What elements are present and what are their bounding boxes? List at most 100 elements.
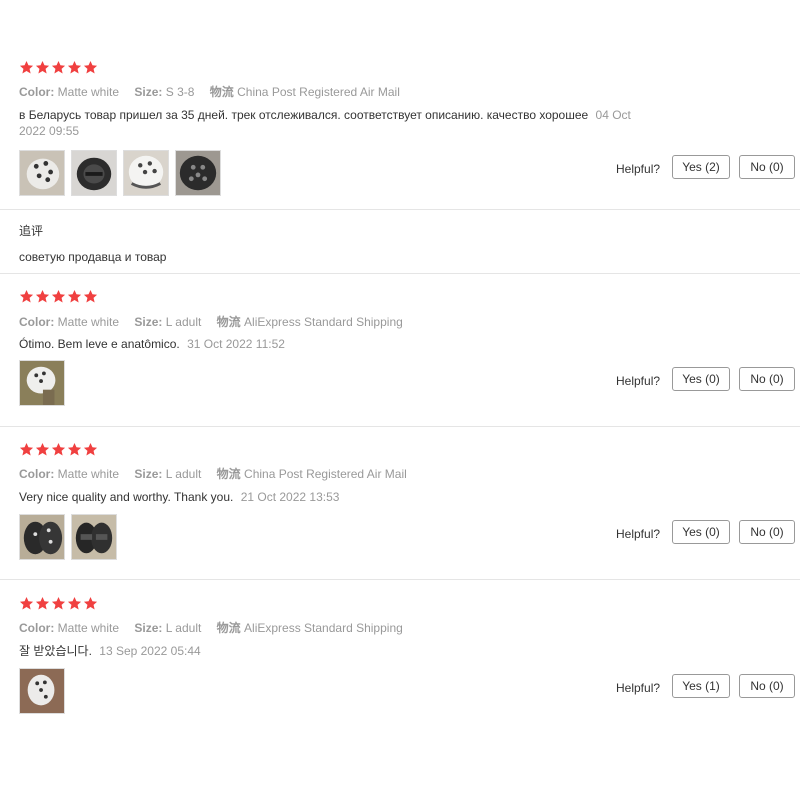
review-text: в Беларусь товар пришел за 35 дней. трек… [19, 107, 699, 139]
star-icon [67, 60, 82, 75]
review-text: Ótimo. Bem leve e anatômico. 31 Oct 2022… [19, 336, 285, 352]
helpful-yes-button[interactable]: Yes (0) [672, 520, 730, 544]
review-image-thumbnail[interactable] [71, 514, 117, 560]
star-icon [51, 442, 66, 457]
helpful-yes-button[interactable]: Yes (1) [672, 674, 730, 698]
divider [0, 426, 800, 427]
helmet-photo-icon [72, 515, 116, 559]
review-attributes: Color: Matte white Size: L adult 物流 AliE… [19, 619, 403, 636]
helpful-no-button[interactable]: No (0) [739, 155, 795, 179]
color-label: Color: [19, 315, 55, 329]
size-label: Size: [134, 315, 163, 329]
helmet-photo-icon [20, 669, 64, 713]
divider [0, 209, 800, 210]
helmet-photo-icon [72, 151, 116, 195]
helpful-label: Helpful? [616, 374, 661, 388]
size-value: L adult [165, 621, 202, 635]
size-value: L adult [165, 467, 202, 481]
shipping-label: 物流 [216, 467, 241, 481]
star-icon [83, 442, 98, 457]
shipping-label: 物流 [209, 85, 234, 99]
review-image-thumbnail[interactable] [19, 514, 65, 560]
review-body: Ótimo. Bem leve e anatômico. [19, 337, 180, 351]
color-value: Matte white [57, 315, 120, 329]
star-icon [67, 289, 82, 304]
divider [0, 273, 800, 274]
helpful-yes-button[interactable]: Yes (0) [672, 367, 730, 391]
review-date-continued: 2022 09:55 [19, 124, 80, 138]
review-image-thumbnail[interactable] [19, 668, 65, 714]
review-text: 잘 받았습니다. 13 Sep 2022 05:44 [19, 643, 201, 659]
star-icon [19, 596, 34, 611]
star-rating [19, 442, 98, 458]
shipping-value: China Post Registered Air Mail [237, 85, 400, 99]
helmet-photo-icon [124, 151, 168, 195]
color-label: Color: [19, 467, 55, 481]
size-label: Size: [134, 621, 163, 635]
review-body: в Беларусь товар пришел за 35 дней. трек… [19, 108, 589, 122]
star-icon [35, 442, 50, 457]
helmet-photo-icon [20, 361, 64, 405]
star-icon [67, 442, 82, 457]
review-image-thumbnail[interactable] [175, 150, 221, 196]
size-value: L adult [165, 315, 202, 329]
star-icon [35, 60, 50, 75]
helpful-label: Helpful? [616, 162, 661, 176]
color-value: Matte white [57, 85, 120, 99]
shipping-label: 物流 [216, 621, 241, 635]
star-icon [83, 60, 98, 75]
shipping-value: AliExpress Standard Shipping [244, 621, 403, 635]
star-rating [19, 596, 98, 612]
star-icon [19, 442, 34, 457]
review-text: Very nice quality and worthy. Thank you.… [19, 489, 339, 505]
star-icon [83, 289, 98, 304]
star-icon [51, 596, 66, 611]
review-image-thumbnail[interactable] [19, 150, 65, 196]
review-attributes: Color: Matte white Size: L adult 物流 Chin… [19, 465, 407, 482]
helmet-photo-icon [176, 151, 220, 195]
review-images [19, 668, 65, 714]
divider [0, 579, 800, 580]
review-images [19, 514, 117, 560]
color-label: Color: [19, 85, 55, 99]
review-attributes: Color: Matte white Size: S 3-8 物流 China … [19, 83, 400, 100]
helpful-yes-button[interactable]: Yes (2) [672, 155, 730, 179]
additional-review-heading: 追评 [19, 224, 44, 238]
review-image-thumbnail[interactable] [123, 150, 169, 196]
helpful-label: Helpful? [616, 527, 661, 541]
review-images [19, 360, 65, 406]
review-images [19, 150, 221, 196]
review-body: 잘 받았습니다. [19, 644, 92, 658]
review-attributes: Color: Matte white Size: L adult 物流 AliE… [19, 313, 403, 330]
additional-review-text: советую продавца и товар [19, 250, 167, 264]
star-icon [51, 289, 66, 304]
helpful-no-button[interactable]: No (0) [739, 674, 795, 698]
helpful-no-button[interactable]: No (0) [739, 367, 795, 391]
star-icon [83, 596, 98, 611]
helmet-photo-icon [20, 151, 64, 195]
star-icon [19, 60, 34, 75]
review-date: 13 Sep 2022 05:44 [99, 644, 201, 658]
size-label: Size: [134, 467, 163, 481]
star-icon [67, 596, 82, 611]
helpful-label: Helpful? [616, 681, 661, 695]
review-date: 21 Oct 2022 13:53 [240, 490, 340, 504]
star-icon [51, 60, 66, 75]
review-image-thumbnail[interactable] [71, 150, 117, 196]
star-rating [19, 289, 98, 305]
helmet-photo-icon [20, 515, 64, 559]
review-date: 04 Oct [595, 108, 631, 122]
review-image-thumbnail[interactable] [19, 360, 65, 406]
shipping-value: China Post Registered Air Mail [244, 467, 407, 481]
star-icon [19, 289, 34, 304]
review-date: 31 Oct 2022 11:52 [187, 337, 285, 351]
size-label: Size: [134, 85, 163, 99]
shipping-label: 物流 [216, 315, 241, 329]
color-label: Color: [19, 621, 55, 635]
shipping-value: AliExpress Standard Shipping [244, 315, 403, 329]
star-rating [19, 60, 98, 76]
color-value: Matte white [57, 621, 120, 635]
review-body: Very nice quality and worthy. Thank you. [19, 490, 234, 504]
color-value: Matte white [57, 467, 120, 481]
helpful-no-button[interactable]: No (0) [739, 520, 795, 544]
